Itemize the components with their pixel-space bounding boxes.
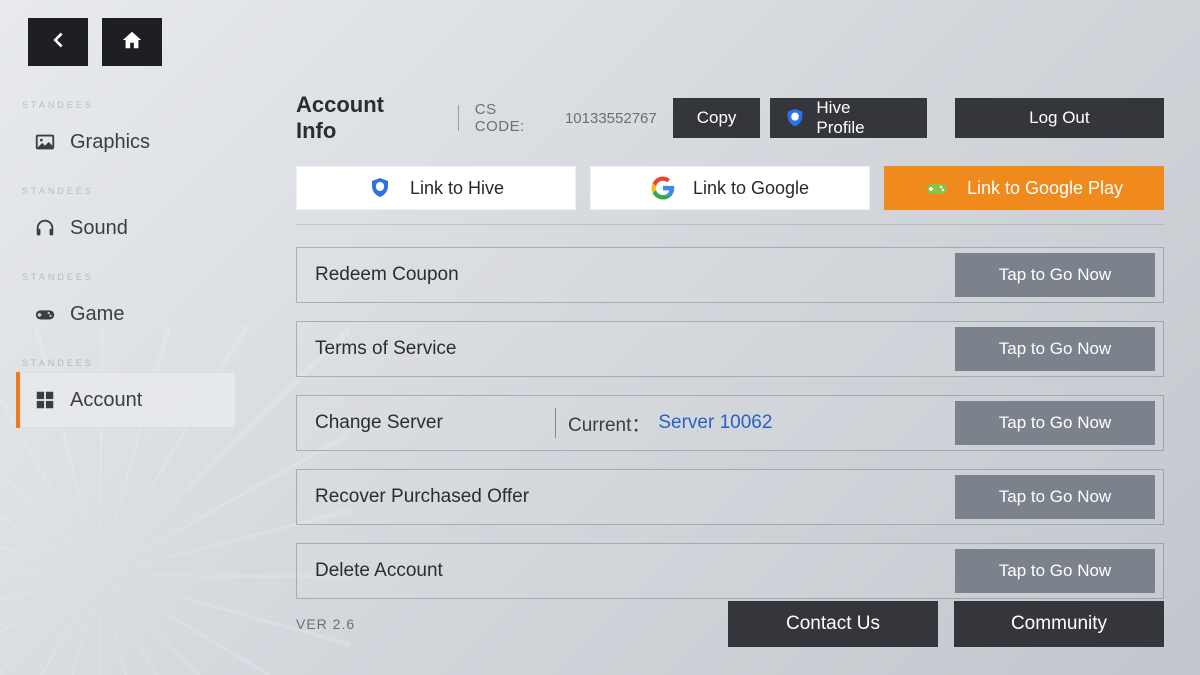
option-label: Redeem Coupon: [315, 264, 459, 286]
tap-button-label: Tap to Go Now: [999, 339, 1111, 359]
option-redeem-coupon: Redeem Coupon Tap to Go Now: [296, 247, 1164, 303]
link-hive-label: Link to Hive: [410, 178, 504, 199]
gamepad-icon: [34, 303, 56, 325]
sidebar-item-label: Game: [70, 303, 124, 326]
tap-button-label: Tap to Go Now: [999, 413, 1111, 433]
divider: [458, 105, 459, 131]
delete-account-button[interactable]: Tap to Go Now: [955, 549, 1155, 593]
sidebar-section-label: STANDEES: [16, 186, 236, 196]
home-button[interactable]: [102, 18, 162, 66]
google-icon: [651, 176, 675, 200]
option-delete-account: Delete Account Tap to Go Now: [296, 543, 1164, 599]
sidebar-section-label: STANDEES: [16, 100, 236, 110]
link-google-play-label: Link to Google Play: [967, 178, 1123, 199]
footer: VER 2.6 Contact Us Community: [296, 601, 1164, 647]
change-server-button[interactable]: Tap to Go Now: [955, 401, 1155, 445]
logout-label: Log Out: [1029, 108, 1090, 128]
shield-icon: [368, 176, 392, 200]
copy-button-label: Copy: [697, 108, 737, 128]
sidebar-item-game[interactable]: Game: [16, 286, 236, 342]
link-hive-button[interactable]: Link to Hive: [296, 166, 576, 210]
tap-button-label: Tap to Go Now: [999, 265, 1111, 285]
link-accounts-row: Link to Hive Link to Google Link to Goog…: [296, 166, 1164, 210]
contact-us-button[interactable]: Contact Us: [728, 601, 938, 647]
sidebar-section-label: STANDEES: [16, 358, 236, 368]
page-title: Account Info: [296, 92, 430, 144]
settings-sidebar: STANDEES Graphics STANDEES Sound STANDEE…: [16, 96, 236, 428]
account-panel: Account Info CS CODE: 10133552767 Copy H…: [296, 92, 1164, 617]
community-button[interactable]: Community: [954, 601, 1164, 647]
divider: [555, 408, 556, 438]
headphones-icon: [34, 217, 56, 239]
image-icon: [34, 131, 56, 153]
community-label: Community: [1011, 613, 1107, 635]
sidebar-item-label: Sound: [70, 217, 128, 240]
chevron-left-icon: [47, 29, 69, 56]
current-server-value: Server 10062: [658, 412, 772, 434]
back-button[interactable]: [28, 18, 88, 66]
logout-button[interactable]: Log Out: [955, 98, 1164, 138]
link-google-label: Link to Google: [693, 178, 809, 199]
sidebar-section-label: STANDEES: [16, 272, 236, 282]
copy-button[interactable]: Copy: [673, 98, 761, 138]
contact-us-label: Contact Us: [786, 613, 880, 635]
version-label: VER 2.6: [296, 616, 355, 632]
option-terms-of-service: Terms of Service Tap to Go Now: [296, 321, 1164, 377]
shield-icon: [784, 107, 806, 129]
option-recover-purchase: Recover Purchased Offer Tap to Go Now: [296, 469, 1164, 525]
option-label: Recover Purchased Offer: [315, 486, 529, 508]
link-google-button[interactable]: Link to Google: [590, 166, 870, 210]
tap-button-label: Tap to Go Now: [999, 561, 1111, 581]
option-label: Change Server: [315, 412, 555, 434]
sidebar-item-graphics[interactable]: Graphics: [16, 114, 236, 170]
option-change-server: Change Server Current： Server 10062 Tap …: [296, 395, 1164, 451]
terms-of-service-button[interactable]: Tap to Go Now: [955, 327, 1155, 371]
current-server: Current： Server 10062: [555, 408, 772, 438]
cs-code-label: CS CODE:: [475, 101, 551, 135]
option-label: Terms of Service: [315, 338, 456, 360]
grid-icon: [34, 389, 56, 411]
home-icon: [121, 29, 143, 56]
recover-purchase-button[interactable]: Tap to Go Now: [955, 475, 1155, 519]
sidebar-item-label: Account: [70, 389, 142, 412]
gamepad-icon: [925, 176, 949, 200]
hive-profile-button[interactable]: Hive Profile: [770, 98, 926, 138]
current-server-label: Current：: [568, 410, 650, 437]
divider: [296, 224, 1164, 225]
sidebar-item-sound[interactable]: Sound: [16, 200, 236, 256]
redeem-coupon-button[interactable]: Tap to Go Now: [955, 253, 1155, 297]
option-label: Delete Account: [315, 560, 443, 582]
link-google-play-button[interactable]: Link to Google Play: [884, 166, 1164, 210]
account-header: Account Info CS CODE: 10133552767 Copy H…: [296, 92, 1164, 144]
cs-code-value: 10133552767: [565, 110, 657, 127]
sidebar-item-label: Graphics: [70, 131, 150, 154]
tap-button-label: Tap to Go Now: [999, 487, 1111, 507]
sidebar-item-account[interactable]: Account: [16, 372, 236, 428]
hive-profile-label: Hive Profile: [816, 98, 902, 138]
